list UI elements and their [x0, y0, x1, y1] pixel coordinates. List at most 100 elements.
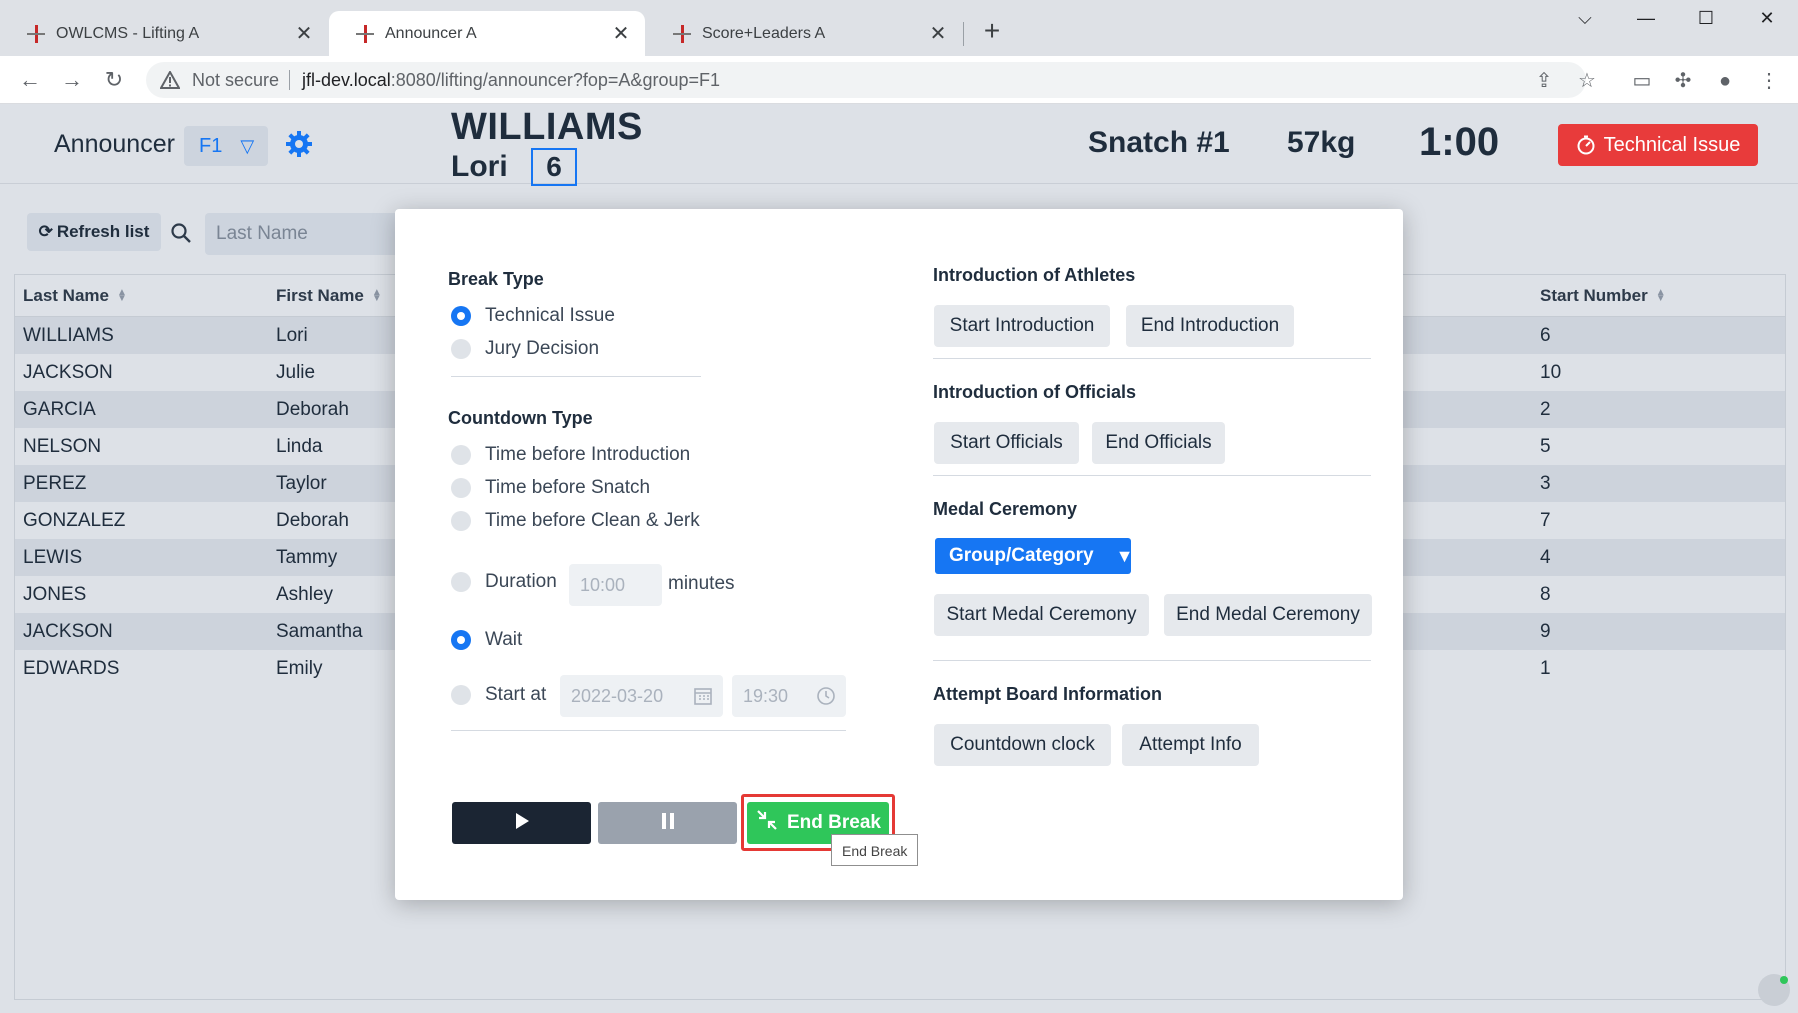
tab-score-leaders[interactable]: Score+Leaders A ✕ — [646, 11, 962, 56]
cell-first-name: Julie — [276, 362, 316, 383]
radio-icon — [451, 478, 471, 498]
close-icon[interactable]: ✕ — [928, 24, 948, 44]
start-officials-button[interactable]: Start Officials — [934, 422, 1079, 464]
radio-technical-issue[interactable]: Technical Issue — [451, 305, 615, 327]
url-path: :8080/lifting/announcer?fop=A&group=F1 — [390, 69, 720, 90]
radio-label: Time before Introduction — [485, 444, 691, 465]
radio-icon — [451, 511, 471, 531]
radio-label: Wait — [485, 629, 523, 650]
profile-avatar-icon[interactable]: ● — [1714, 70, 1736, 92]
end-medal-ceremony-button[interactable]: End Medal Ceremony — [1164, 594, 1372, 636]
cell-first-name: Ashley — [276, 584, 334, 605]
radio-duration[interactable]: Duration — [451, 571, 557, 593]
start-introduction-button[interactable]: Start Introduction — [934, 305, 1110, 347]
refresh-list-button[interactable]: ⟳ Refresh list — [27, 213, 161, 251]
column-header-label: Start Number — [1540, 286, 1648, 305]
radio-wait[interactable]: Wait — [451, 629, 522, 651]
column-header-start-number[interactable]: Start Number ▲ ▼ — [1540, 286, 1666, 306]
cell-last-name: WILLIAMS — [23, 325, 114, 346]
browser-menu-icon[interactable]: ⋮ — [1758, 70, 1780, 92]
start-date-field[interactable]: 2022-03-20 — [560, 675, 723, 717]
gear-icon[interactable] — [285, 130, 313, 158]
share-icon[interactable]: ⇪ — [1533, 70, 1555, 92]
minimize-button[interactable]: — — [1626, 8, 1666, 34]
last-name-search-input[interactable] — [205, 213, 405, 255]
countdown-type-title: Countdown Type — [448, 408, 593, 428]
vaadin-devtools-icon[interactable] — [1758, 974, 1790, 1006]
back-icon[interactable]: ← — [14, 64, 46, 96]
owlcms-favicon-icon — [26, 24, 46, 44]
calendar-icon[interactable] — [693, 686, 713, 706]
cell-last-name: EDWARDS — [23, 658, 120, 679]
cell-first-name: Taylor — [276, 473, 327, 494]
break-type-title: Break Type — [448, 269, 544, 289]
countdown-clock-button[interactable]: Countdown clock — [934, 724, 1111, 766]
radio-icon — [451, 685, 471, 705]
close-icon[interactable]: ✕ — [294, 24, 314, 44]
refresh-list-label: Refresh list — [56, 222, 150, 241]
timer-icon — [1576, 135, 1596, 155]
maximize-button[interactable]: ☐ — [1686, 8, 1726, 34]
radio-label: Time before Snatch — [485, 477, 651, 498]
cell-last-name: LEWIS — [23, 547, 83, 568]
column-header-last-name[interactable]: Last Name ▲ ▼ — [23, 286, 127, 306]
group-select[interactable]: F1 ▽ — [184, 126, 268, 166]
radio-label: Technical Issue — [485, 305, 615, 326]
tab-title: Announcer A — [385, 24, 477, 42]
cell-last-name: NELSON — [23, 436, 102, 457]
url-host: jfl-dev.local — [302, 69, 391, 90]
current-athlete-first-name: Lori — [451, 150, 508, 183]
requested-weight: 57kg — [1287, 126, 1356, 159]
tab-owlcms-lifting[interactable]: OWLCMS - Lifting A ✕ — [0, 11, 328, 56]
tab-search-icon[interactable]: ⌵ — [1565, 8, 1605, 34]
address-bar[interactable]: Not secure jfl-dev.local :8080/lifting/a… — [146, 62, 1586, 98]
reload-icon[interactable]: ↻ — [98, 64, 130, 96]
radio-time-before-introduction[interactable]: Time before Introduction — [451, 444, 690, 466]
duration-field[interactable]: 10:00 — [569, 564, 662, 606]
radio-time-before-snatch[interactable]: Time before Snatch — [451, 477, 650, 499]
column-header-label: Last Name — [23, 286, 109, 305]
close-icon[interactable]: ✕ — [611, 24, 631, 44]
bookmark-star-icon[interactable]: ☆ — [1576, 70, 1598, 92]
radio-selected-icon — [451, 306, 471, 326]
cell-first-name: Emily — [276, 658, 323, 679]
screen-cast-icon[interactable]: ▭ — [1631, 70, 1653, 92]
column-header-label: First Name — [276, 286, 364, 305]
divider — [451, 730, 846, 731]
start-medal-ceremony-button[interactable]: Start Medal Ceremony — [934, 594, 1149, 636]
radio-icon — [451, 572, 471, 592]
medal-ceremony-title: Medal Ceremony — [933, 499, 1078, 519]
radio-start-at[interactable]: Start at — [451, 684, 546, 706]
browser-tabstrip: OWLCMS - Lifting A ✕ Announcer A ✕ Score… — [0, 0, 1798, 56]
radio-jury-decision[interactable]: Jury Decision — [451, 338, 599, 360]
cell-first-name: Tammy — [276, 547, 338, 568]
start-countdown-button[interactable] — [452, 802, 591, 844]
close-window-button[interactable]: ✕ — [1747, 8, 1787, 34]
tab-announcer[interactable]: Announcer A ✕ — [329, 11, 645, 56]
sort-icon[interactable]: ▲ ▼ — [117, 288, 127, 304]
not-secure-label[interactable]: Not secure — [192, 70, 279, 91]
cell-first-name: Samantha — [276, 621, 363, 642]
attempt-clock: 1:00 — [1419, 120, 1500, 164]
technical-issue-button[interactable]: Technical Issue — [1558, 124, 1758, 166]
column-header-first-name[interactable]: First Name ▲ ▼ — [276, 286, 382, 306]
radio-icon — [451, 445, 471, 465]
pause-countdown-button[interactable] — [598, 802, 737, 844]
extensions-icon[interactable]: ✣ — [1672, 70, 1694, 92]
clock-icon[interactable] — [816, 686, 836, 706]
sort-icon[interactable]: ▲ ▼ — [1656, 288, 1666, 304]
browser-toolbar: ← → ↻ Not secure jfl-dev.local :8080/lif… — [0, 56, 1798, 104]
new-tab-button[interactable]: + — [978, 17, 1006, 46]
cell-last-name: JACKSON — [23, 362, 113, 383]
cell-first-name: Linda — [276, 436, 323, 457]
cell-start-number: 5 — [1540, 436, 1551, 457]
sort-icon[interactable]: ▲ ▼ — [372, 288, 382, 304]
end-officials-button[interactable]: End Officials — [1092, 422, 1225, 464]
start-time-field[interactable]: 19:30 — [732, 675, 846, 717]
attempt-info-button[interactable]: Attempt Info — [1122, 724, 1259, 766]
end-introduction-button[interactable]: End Introduction — [1126, 305, 1294, 347]
group-category-dropdown[interactable]: Group/Category ▼ — [935, 538, 1133, 574]
radio-time-before-clean-jerk[interactable]: Time before Clean & Jerk — [451, 510, 700, 532]
forward-icon[interactable]: → — [56, 64, 88, 96]
owlcms-favicon-icon — [355, 24, 375, 44]
